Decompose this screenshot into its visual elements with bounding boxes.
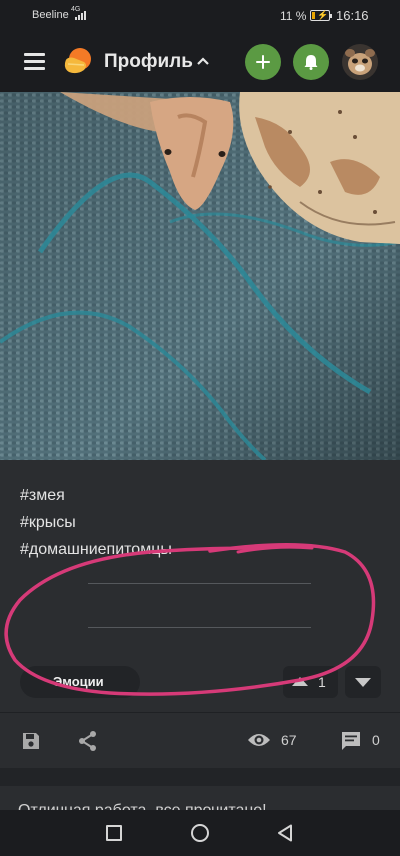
divider (88, 627, 311, 628)
upvote-button[interactable]: 1 (283, 666, 338, 698)
chevron-up-icon[interactable] (197, 57, 209, 65)
save-icon[interactable] (21, 731, 41, 751)
vote-count: 1 (318, 674, 326, 690)
tag-link[interactable]: #змея (20, 487, 65, 505)
post-image[interactable] (0, 92, 400, 460)
up-arrow-icon (292, 677, 308, 686)
down-arrow-icon (355, 678, 371, 687)
tag-link[interactable]: #домашниепитомцы (20, 541, 172, 559)
clock: 16:16 (336, 8, 369, 23)
comment-icon[interactable] (340, 730, 362, 752)
emotions-label: Эмоции (53, 674, 104, 689)
recents-icon[interactable] (106, 825, 122, 841)
logo-icon[interactable] (62, 46, 92, 76)
emotions-button[interactable]: Эмоции (20, 666, 140, 698)
system-nav-bar (0, 810, 400, 856)
post-content: #змея #крысы #домашниепитомцы Эмоции 1 (0, 460, 400, 712)
status-bar: Beeline 4G 11 % ⚡ 16:16 (0, 0, 400, 32)
share-icon[interactable] (78, 730, 98, 752)
menu-icon[interactable] (24, 53, 45, 70)
back-icon[interactable] (277, 824, 293, 842)
signal-icon (75, 11, 89, 20)
post-actions-bar: 67 0 (0, 712, 400, 768)
divider (88, 583, 311, 584)
carrier-name: Beeline (32, 9, 69, 21)
battery-icon: ⚡ (310, 10, 332, 21)
notifications-button[interactable] (293, 44, 329, 80)
app-header: Профиль (0, 32, 400, 92)
downvote-button[interactable] (345, 666, 381, 698)
tag-link[interactable]: #крысы (20, 514, 76, 532)
add-post-button[interactable] (245, 44, 281, 80)
comment-preview[interactable]: Отличная работа, все прочитано! (0, 786, 400, 810)
comments-count: 0 (372, 732, 380, 748)
eye-icon (248, 734, 270, 746)
battery-percent: 11 % (280, 9, 307, 23)
comment-text: Отличная работа, все прочитано! (18, 802, 267, 810)
views-count: 67 (281, 732, 297, 748)
page-title[interactable]: Профиль (104, 51, 193, 73)
bell-icon (304, 55, 318, 70)
avatar[interactable] (342, 44, 378, 80)
home-icon[interactable] (191, 824, 209, 842)
